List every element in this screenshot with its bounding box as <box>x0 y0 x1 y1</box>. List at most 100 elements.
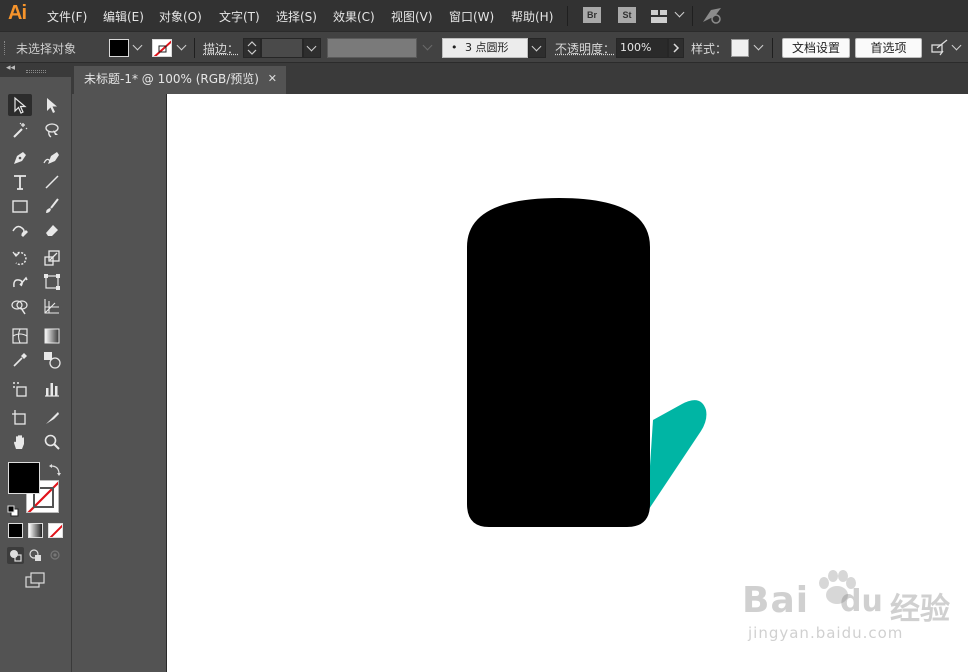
rotate-tool-icon[interactable] <box>8 247 32 269</box>
opacity-input[interactable]: 100% <box>616 38 668 58</box>
stroke-label[interactable]: 描边： <box>203 40 239 57</box>
menu-edit[interactable]: 编辑(E) <box>103 8 144 25</box>
swap-fill-stroke-icon[interactable] <box>48 462 62 476</box>
draw-inside-icon[interactable] <box>47 547 64 564</box>
eyedropper-tool-icon[interactable] <box>8 349 32 371</box>
pasteboard[interactable] <box>73 94 166 672</box>
divider <box>772 38 773 58</box>
eraser-tool-icon[interactable] <box>40 219 64 241</box>
stroke-weight-stepper[interactable] <box>243 38 261 58</box>
menu-select[interactable]: 选择(S) <box>276 8 317 25</box>
menu-divider <box>692 6 693 26</box>
menu-help[interactable]: 帮助(H) <box>511 8 553 25</box>
artboard[interactable]: Bai du 经验 jingyan.baidu.com <box>166 94 968 672</box>
opacity-flyout[interactable] <box>668 38 684 58</box>
watermark-brand-cn: 经验 <box>890 592 950 627</box>
preferences-button[interactable]: 首选项 <box>855 38 922 58</box>
toolbar-header: ◂◂ <box>0 63 72 77</box>
brush-definition[interactable]: • 3 点圆形 <box>442 38 528 58</box>
fill-dropdown-icon[interactable] <box>132 40 143 51</box>
menu-object[interactable]: 对象(O) <box>159 8 202 25</box>
lasso-tool-icon[interactable] <box>40 119 64 141</box>
stroke-weight-dropdown[interactable] <box>303 38 321 58</box>
variable-width-profile[interactable] <box>327 38 417 58</box>
menu-type[interactable]: 文字(T) <box>219 8 260 25</box>
opacity-label[interactable]: 不透明度： <box>555 40 615 57</box>
close-tab-icon[interactable]: ✕ <box>268 66 277 92</box>
zoom-tool-icon[interactable] <box>40 431 64 453</box>
magic-wand-tool-icon[interactable] <box>8 119 32 141</box>
width-profile-dropdown-icon[interactable] <box>422 40 433 51</box>
menu-window[interactable]: 窗口(W) <box>449 8 494 25</box>
mesh-tool-icon[interactable] <box>8 325 32 347</box>
baidu-watermark: Bai du 经验 jingyan.baidu.com <box>742 568 967 658</box>
curvature-tool-icon[interactable] <box>40 147 64 169</box>
gpu-performance-icon[interactable] <box>701 6 723 24</box>
gradient-mode-button[interactable] <box>28 523 43 538</box>
column-graph-tool-icon[interactable] <box>40 378 64 400</box>
slice-tool-icon[interactable] <box>40 407 64 429</box>
draw-normal-icon[interactable] <box>7 547 24 564</box>
type-tool-icon[interactable] <box>8 171 32 193</box>
black-rounded-rectangle-shape[interactable] <box>467 198 650 527</box>
free-transform-tool-icon[interactable] <box>40 271 64 293</box>
color-mode-button[interactable] <box>8 523 23 538</box>
brush-point-glyph: • <box>451 41 458 54</box>
divider <box>194 38 195 58</box>
selection-status: 未选择对象 <box>16 42 77 56</box>
document-setup-button[interactable]: 文档设置 <box>782 38 850 58</box>
collapse-panel-icon[interactable]: ◂◂ <box>6 63 15 73</box>
blend-tool-icon[interactable] <box>40 349 64 371</box>
stroke-swatch[interactable] <box>152 39 172 57</box>
brush-dropdown[interactable] <box>528 38 546 58</box>
teal-rounded-stroke-shape[interactable] <box>647 400 707 512</box>
hand-tool-icon[interactable] <box>8 431 32 453</box>
document-tab-title: 未标题-1* @ 100% (RGB/预览) <box>84 72 259 86</box>
menu-divider <box>567 6 568 26</box>
arrange-documents-icon[interactable] <box>931 39 949 57</box>
none-mode-button[interactable] <box>48 523 63 538</box>
bridge-button[interactable]: Br <box>583 7 601 23</box>
workspace-layout-icon[interactable] <box>651 8 667 23</box>
shaper-tool-icon[interactable] <box>8 219 32 241</box>
watermark-brand-suffix: du <box>840 584 883 619</box>
style-label: 样式： <box>691 42 728 56</box>
screen-mode-icon[interactable] <box>25 572 47 588</box>
symbol-sprayer-tool-icon[interactable] <box>8 378 32 400</box>
app-logo: Ai <box>8 2 27 24</box>
scale-tool-icon[interactable] <box>40 247 64 269</box>
brush-label: 3 点圆形 <box>465 41 509 54</box>
gradient-tool-icon[interactable] <box>40 325 64 347</box>
stroke-weight-input[interactable] <box>261 38 303 58</box>
shape-builder-tool-icon[interactable] <box>8 295 32 317</box>
toolbar-grip[interactable] <box>26 70 46 73</box>
stroke-dropdown-icon[interactable] <box>176 40 187 51</box>
rectangle-tool-icon[interactable] <box>8 195 32 217</box>
fill-color-box[interactable] <box>8 462 40 494</box>
menu-view[interactable]: 视图(V) <box>391 8 433 25</box>
graphic-style-swatch[interactable] <box>731 39 749 57</box>
tools-panel <box>0 77 72 672</box>
stock-button[interactable]: St <box>618 7 636 23</box>
pen-tool-icon[interactable] <box>8 147 32 169</box>
chevron-down-icon[interactable] <box>674 7 685 18</box>
default-fill-stroke-icon[interactable] <box>7 502 19 517</box>
perspective-grid-tool-icon[interactable] <box>40 295 64 317</box>
artboard-tool-icon[interactable] <box>8 407 32 429</box>
watermark-url: jingyan.baidu.com <box>748 624 904 642</box>
draw-behind-icon[interactable] <box>27 547 44 564</box>
menu-file[interactable]: 文件(F) <box>47 8 87 25</box>
control-bar: 未选择对象 描边： • 3 点圆形 不透明度： 100% 样式： 文档设置 首选… <box>0 31 968 63</box>
paintbrush-tool-icon[interactable] <box>40 195 64 217</box>
style-dropdown-icon[interactable] <box>753 40 764 51</box>
control-grip <box>4 41 6 55</box>
direct-selection-tool-icon[interactable] <box>40 94 64 116</box>
selection-tool-icon[interactable] <box>8 94 32 116</box>
document-tab[interactable]: 未标题-1* @ 100% (RGB/预览) ✕ <box>74 66 286 94</box>
watermark-brand: Bai <box>742 580 810 621</box>
warp-tool-icon[interactable] <box>8 271 32 293</box>
line-segment-tool-icon[interactable] <box>40 171 64 193</box>
panel-menu-dropdown-icon[interactable] <box>951 40 962 51</box>
fill-swatch[interactable] <box>109 39 129 57</box>
menu-effect[interactable]: 效果(C) <box>333 8 375 25</box>
